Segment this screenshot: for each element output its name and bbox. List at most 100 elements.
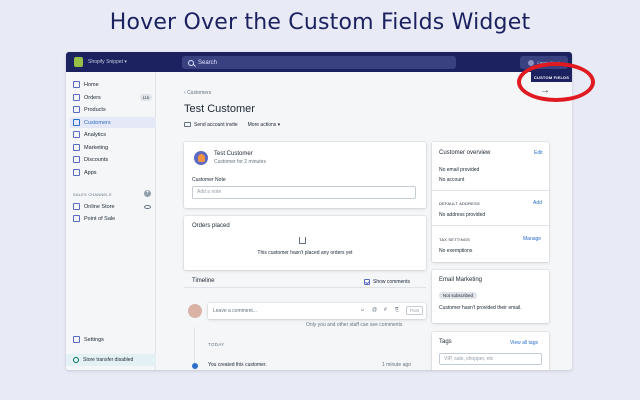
overview-email: No email provided — [439, 167, 480, 173]
sidebar-item-discounts[interactable]: Discounts — [70, 154, 156, 165]
tags-input[interactable]: VIP, sale, shopper, etc — [439, 353, 542, 365]
search-placeholder: Search — [198, 59, 218, 66]
orders-heading: Orders placed — [192, 223, 230, 229]
customer-name: Test Customer — [214, 151, 253, 157]
customer-note-input[interactable]: Add a note — [192, 186, 416, 199]
orders-empty-text: This customer hasn't placed any orders y… — [257, 250, 353, 256]
add-address-link[interactable]: Add — [533, 200, 542, 206]
sidebar-item-orders[interactable]: Orders 115 — [70, 92, 156, 103]
store-transfer-label: Store transfer disabled — [83, 357, 134, 363]
breadcrumb[interactable]: ‹ Customers — [184, 90, 211, 96]
orders-count-badge: 115 — [139, 94, 152, 101]
status-badge: Not subscribed — [439, 292, 478, 299]
page-headline: Hover Over the Custom Fields Widget — [109, 10, 531, 35]
orders-card: Orders placed This customer hasn't place… — [184, 216, 426, 270]
sidebar-item-label: Analytics — [84, 131, 107, 138]
sidebar: Home Orders 115 Products Customers Analy… — [66, 72, 156, 370]
eye-icon[interactable] — [144, 204, 151, 209]
checkbox-checked-icon — [364, 279, 370, 285]
tax-value: No exemptions — [439, 248, 473, 254]
send-invite-button[interactable]: Send account invite — [184, 122, 238, 128]
analytics-icon — [73, 131, 80, 138]
email-marketing-heading: Email Marketing — [439, 277, 483, 283]
sidebar-item-label: Discounts — [84, 156, 109, 163]
view-all-tags-link[interactable]: View all tags — [510, 340, 538, 346]
send-invite-label: Send account invite — [194, 122, 238, 128]
store-name: Shopify Snippet ▾ — [88, 59, 127, 65]
tax-settings-heading: TAX SETTINGS — [439, 237, 470, 242]
timeline-event-time: 1 minute ago — [382, 362, 411, 368]
empty-orders-icon — [299, 237, 306, 244]
sidebar-item-products[interactable]: Products — [70, 104, 156, 115]
post-button[interactable]: Post — [406, 306, 424, 315]
timeline-event: You created this customer. — [208, 362, 267, 368]
sidebar-item-label: Online Store — [84, 203, 115, 210]
show-comments-label: Show comments — [373, 279, 410, 285]
sidebar-item-customers[interactable]: Customers — [70, 117, 156, 128]
gear-icon — [73, 336, 80, 343]
sidebar-item-label: Customers — [84, 119, 111, 126]
sidebar-item-label: Marketing — [84, 144, 109, 151]
customer-card: Test Customer Customer for 2 minutes Cus… — [184, 142, 426, 208]
add-channel-button[interactable]: + — [144, 190, 151, 197]
show-comments-toggle[interactable]: Show comments — [364, 279, 410, 285]
edit-link[interactable]: Edit — [534, 150, 543, 156]
info-icon — [73, 357, 79, 363]
comment-input[interactable]: Leave a comment... — [213, 308, 257, 314]
sidebar-item-label: Settings — [84, 336, 104, 343]
tags-card: Tags View all tags VIP, sale, shopper, e… — [432, 332, 549, 370]
address-value: No address provided — [439, 212, 486, 218]
more-actions-button[interactable]: More actions ▾ — [248, 122, 281, 128]
hashtag-icon[interactable]: # — [384, 307, 387, 313]
sidebar-item-settings[interactable]: Settings — [70, 334, 156, 345]
store-switcher[interactable]: Shopify Snippet ▾ — [74, 57, 127, 67]
sidebar-item-label: Products — [84, 106, 106, 113]
mail-icon — [184, 122, 191, 128]
timeline-date: TODAY — [208, 342, 225, 347]
comment-box[interactable]: Leave a comment... ☺ @ # ⎘ Post — [208, 303, 426, 319]
sidebar-item-label: Home — [84, 81, 99, 88]
sidebar-item-analytics[interactable]: Analytics — [70, 129, 156, 140]
attach-icon[interactable]: ⎘ — [395, 307, 399, 313]
divider — [432, 190, 549, 191]
emoji-icon[interactable]: ☺ — [360, 307, 365, 313]
orders-icon — [73, 94, 80, 101]
top-bar: Shopify Snippet ▾ Search Cassie Flash — [66, 52, 572, 72]
products-icon — [73, 106, 80, 113]
breadcrumb-label: Customers — [187, 90, 212, 96]
manage-tax-link[interactable]: Manage — [523, 236, 541, 242]
sidebar-item-online-store[interactable]: Online Store — [70, 201, 156, 212]
overview-heading: Customer overview — [439, 150, 491, 156]
marketing-icon — [73, 144, 80, 151]
store-transfer-status[interactable]: Store transfer disabled — [66, 354, 156, 366]
sidebar-item-label: Point of Sale — [84, 215, 116, 222]
sidebar-item-marketing[interactable]: Marketing — [70, 142, 156, 153]
page-actions: Send account invite More actions ▾ — [184, 122, 280, 128]
default-address-heading: DEFAULT ADDRESS — [439, 201, 480, 206]
tags-heading: Tags — [439, 339, 452, 345]
timeline-heading: Timeline — [192, 278, 215, 284]
sidebar-item-label: Orders — [84, 94, 101, 101]
sidebar-item-home[interactable]: Home — [70, 79, 156, 90]
sales-channels-heading: SALES CHANNELS — [73, 192, 112, 197]
shopify-admin-window: Shopify Snippet ▾ Search Cassie Flash CU… — [66, 52, 572, 370]
timeline-dot-icon — [192, 363, 198, 369]
sidebar-item-apps[interactable]: Apps — [70, 167, 156, 178]
customer-overview-card: Customer overview Edit No email provided… — [432, 142, 549, 262]
mention-icon[interactable]: @ — [372, 307, 377, 313]
sidebar-item-point-of-sale[interactable]: Point of Sale — [70, 213, 156, 224]
divider — [184, 287, 426, 288]
overview-account: No account — [439, 177, 465, 183]
highlight-circle — [517, 62, 595, 102]
page-title: Test Customer — [184, 103, 255, 115]
email-marketing-note: Customer hasn't provided their email. — [439, 305, 522, 311]
shopify-logo-icon — [74, 57, 83, 67]
pos-icon — [73, 215, 80, 222]
avatar — [188, 304, 202, 318]
apps-icon — [73, 169, 80, 176]
search-icon — [188, 59, 194, 66]
search-input[interactable]: Search — [182, 56, 456, 69]
store-icon — [73, 203, 80, 210]
discounts-icon — [73, 156, 80, 163]
home-icon — [73, 81, 80, 88]
